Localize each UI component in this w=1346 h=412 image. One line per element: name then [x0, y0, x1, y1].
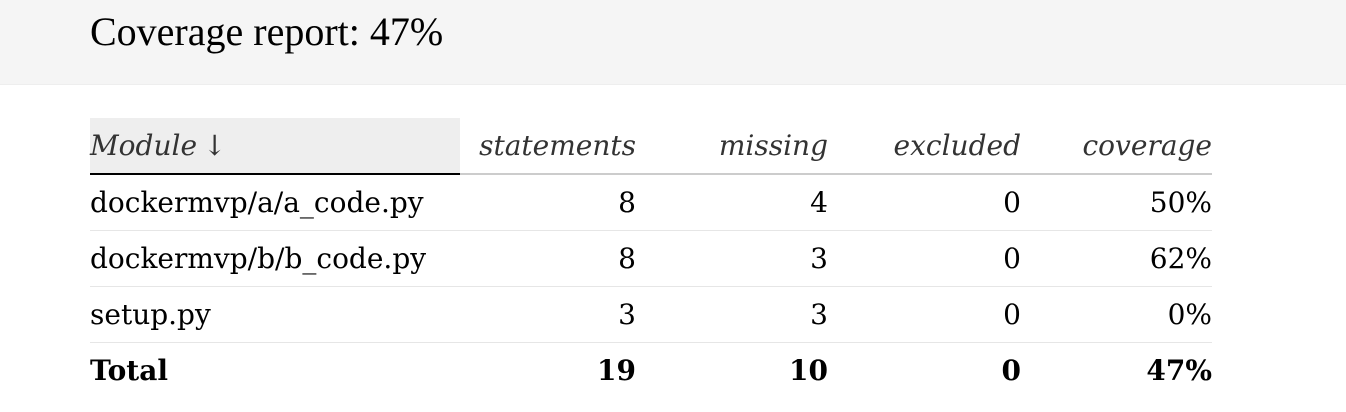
page-title: Coverage report: 47%	[90, 9, 444, 54]
total-row: Total 19 10 0 47%	[90, 342, 1212, 399]
total-missing: 10	[789, 354, 828, 387]
total-coverage: 47%	[1146, 354, 1212, 387]
total-excluded: 0	[1001, 354, 1021, 387]
coverage-cell: 0%	[1021, 286, 1212, 343]
excluded-cell: 0	[828, 174, 1021, 231]
coverage-table: Module ↓ statements missing excluded cove…	[90, 118, 1212, 399]
statements-cell: 3	[460, 286, 636, 343]
coverage-cell: 50%	[1021, 174, 1212, 231]
module-link[interactable]: dockermvp/a/a_code.py	[90, 186, 424, 219]
excluded-cell: 0	[828, 286, 1021, 343]
statements-cell: 8	[460, 230, 636, 287]
column-header-coverage[interactable]: coverage	[1021, 118, 1212, 175]
total-statements: 19	[597, 354, 636, 387]
module-link[interactable]: dockermvp/b/b_code.py	[90, 242, 426, 275]
report-header: Coverage report: 47%	[0, 0, 1346, 85]
statements-cell: 8	[460, 174, 636, 231]
missing-cell: 4	[636, 174, 828, 231]
column-header-statements[interactable]: statements	[460, 118, 636, 175]
table-row: dockermvp/b/b_code.py 8 3 0 62%	[90, 230, 1212, 287]
table-row: dockermvp/a/a_code.py 8 4 0 50%	[90, 174, 1212, 231]
excluded-cell: 0	[828, 230, 1021, 287]
missing-cell: 3	[636, 286, 828, 343]
column-header-module-label: Module	[90, 129, 198, 162]
column-header-module[interactable]: Module ↓	[90, 118, 460, 175]
sort-descending-icon: ↓	[203, 129, 227, 162]
table-row: setup.py 3 3 0 0%	[90, 286, 1212, 343]
module-cell: dockermvp/b/b_code.py	[90, 230, 460, 287]
module-cell: setup.py	[90, 286, 460, 343]
total-label: Total	[90, 354, 169, 387]
missing-cell: 3	[636, 230, 828, 287]
coverage-table-container: Module ↓ statements missing excluded cove…	[90, 118, 1212, 399]
module-link[interactable]: setup.py	[90, 298, 211, 331]
module-cell: dockermvp/a/a_code.py	[90, 174, 460, 231]
coverage-cell: 62%	[1021, 230, 1212, 287]
column-header-excluded[interactable]: excluded	[828, 118, 1021, 175]
table-header-row: Module ↓ statements missing excluded cove…	[90, 118, 1212, 175]
column-header-missing[interactable]: missing	[636, 118, 828, 175]
